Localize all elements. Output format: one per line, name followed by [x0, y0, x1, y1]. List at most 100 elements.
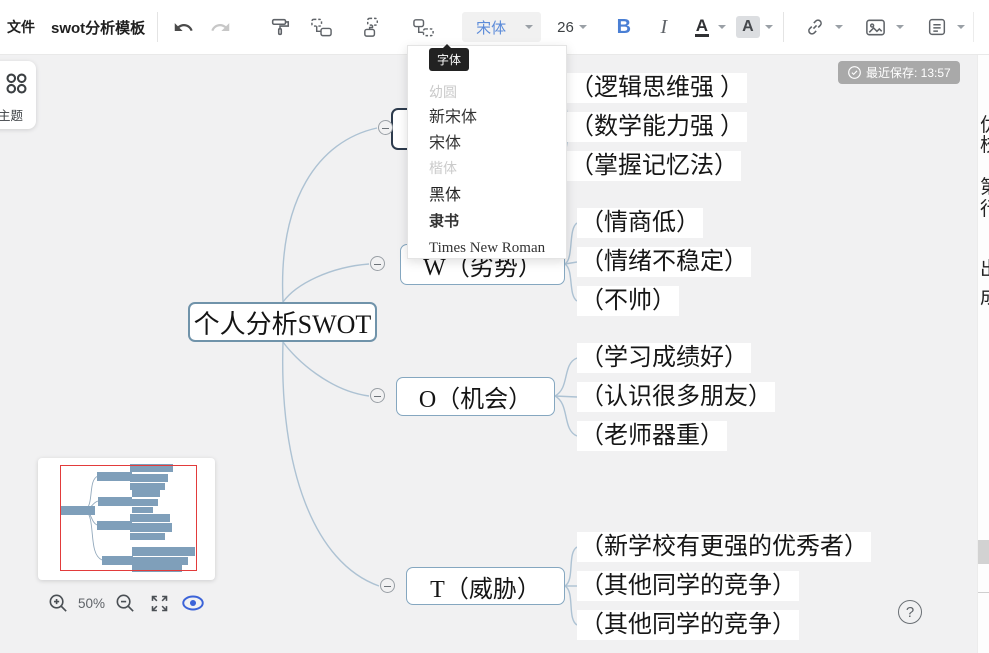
zoom-level: 50%	[78, 596, 105, 611]
insert-image-button[interactable]	[859, 10, 893, 44]
font-size-value: 26	[557, 19, 574, 36]
eye-icon	[180, 590, 206, 616]
font-option[interactable]: 楷体	[408, 157, 566, 183]
clipped-char: 优	[980, 116, 989, 136]
collapse-toggle[interactable]	[380, 578, 395, 593]
italic-label: I	[661, 16, 668, 39]
insert-note-button[interactable]	[920, 10, 954, 44]
collapse-toggle[interactable]	[378, 120, 393, 135]
collapse-toggle[interactable]	[370, 256, 385, 271]
font-family-select[interactable]: 宋体	[462, 12, 541, 42]
zoom-in-button[interactable]	[44, 589, 72, 617]
divider	[157, 12, 158, 42]
insert-child-node-icon	[310, 16, 333, 39]
undo-button[interactable]	[166, 10, 200, 44]
font-option[interactable]: Times New Roman	[408, 235, 566, 261]
right-edge-panel: 优校第行出成	[977, 54, 989, 653]
format-painter-icon	[269, 16, 291, 38]
save-status-badge: 最近保存: 13:57	[838, 61, 960, 84]
link-caret[interactable]	[835, 25, 843, 29]
clipped-char: 出	[980, 260, 989, 280]
document-title[interactable]: swot分析模板	[51, 17, 145, 38]
zoom-out-icon	[114, 592, 137, 615]
font-option[interactable]: 新宋体	[408, 105, 566, 131]
font-option[interactable]: 幼圆	[408, 79, 566, 105]
insert-sibling-node-icon	[412, 16, 435, 39]
clipped-char: 第	[980, 178, 989, 198]
clipped-char: 行	[980, 200, 989, 220]
child-node-label[interactable]: （其他同学的竞争）	[577, 571, 799, 601]
branch-node[interactable]: O（机会）	[396, 377, 555, 416]
highlight-color-label: A	[736, 16, 760, 38]
file-menu[interactable]: 文件	[7, 17, 35, 37]
zoom-out-button[interactable]	[111, 589, 139, 617]
theme-label: 主题	[0, 105, 36, 124]
insert-child-node-button[interactable]	[304, 10, 338, 44]
font-family-value: 宋体	[476, 17, 522, 38]
undo-icon	[173, 17, 194, 38]
child-node-label[interactable]: （其他同学的竞争）	[577, 610, 799, 640]
child-node-label[interactable]: （逻辑思维强 ）	[567, 73, 747, 103]
theme-panel-button[interactable]: 主题	[0, 61, 36, 129]
italic-button[interactable]: I	[647, 10, 681, 44]
theme-grid-icon	[4, 71, 29, 96]
child-node-label[interactable]: （情商低）	[577, 208, 703, 238]
child-node-label[interactable]: （新学校有更强的优秀者）	[577, 532, 871, 562]
strip-scroll-thumb	[978, 540, 989, 564]
format-painter-button[interactable]	[263, 10, 297, 44]
chevron-down-icon	[525, 25, 533, 29]
divider	[973, 12, 974, 42]
fit-screen-icon	[149, 593, 170, 614]
root-node[interactable]: 个人分析SWOT	[188, 302, 377, 342]
child-node-label[interactable]: （掌握记忆法）	[567, 151, 741, 181]
help-label: ?	[906, 604, 914, 621]
font-size-select[interactable]: 26	[551, 12, 593, 42]
image-icon	[864, 16, 887, 39]
check-circle-icon	[847, 65, 862, 80]
font-color-button[interactable]: A	[689, 10, 715, 44]
child-node-label[interactable]: （老师器重）	[577, 421, 727, 451]
minimap-viewport[interactable]	[60, 465, 197, 571]
child-node-label[interactable]: （数学能力强 ）	[567, 112, 747, 142]
child-node-label[interactable]: （情绪不稳定）	[577, 247, 751, 277]
highlight-color-button[interactable]: A	[734, 10, 762, 44]
font-option[interactable]: 黑体	[408, 183, 566, 209]
bold-label: B	[617, 16, 631, 39]
redo-button[interactable]	[203, 10, 237, 44]
zoom-in-icon	[47, 592, 70, 615]
collapse-toggle[interactable]	[370, 388, 385, 403]
help-button[interactable]: ?	[898, 600, 922, 624]
font-option-list: 幼圆新宋体宋体楷体黑体隶书Times New Roman	[408, 79, 566, 261]
strip-divider	[978, 592, 989, 593]
insert-link-button[interactable]	[798, 10, 832, 44]
image-caret[interactable]	[896, 25, 904, 29]
save-status-text: 最近保存: 13:57	[866, 64, 951, 81]
insert-parent-node-icon	[361, 16, 384, 39]
insert-parent-node-button[interactable]	[355, 10, 389, 44]
font-color-caret[interactable]	[718, 25, 726, 29]
redo-icon	[210, 17, 231, 38]
font-option[interactable]: 宋体	[408, 131, 566, 157]
branch-node[interactable]: T（威胁）	[406, 567, 565, 605]
highlight-color-caret[interactable]	[765, 25, 773, 29]
font-tooltip: 字体	[429, 48, 469, 71]
child-node-label[interactable]: （认识很多朋友）	[577, 382, 775, 412]
clipped-char: 成	[980, 288, 989, 308]
divider	[783, 12, 784, 42]
note-icon	[926, 16, 948, 38]
fit-screen-button[interactable]	[145, 589, 173, 617]
note-caret[interactable]	[957, 25, 965, 29]
clipped-char: 校	[980, 136, 989, 156]
minimap[interactable]	[38, 458, 215, 580]
chevron-down-icon	[579, 25, 587, 29]
insert-sibling-node-button[interactable]	[406, 10, 440, 44]
child-node-label[interactable]: （学习成绩好）	[577, 343, 751, 373]
font-color-label: A	[695, 17, 709, 37]
font-dropdown-menu: 幼圆新宋体宋体楷体黑体隶书Times New Roman	[407, 45, 567, 259]
bold-button[interactable]: B	[607, 10, 641, 44]
font-option[interactable]: 隶书	[408, 209, 566, 235]
child-node-label[interactable]: （不帅）	[577, 286, 679, 316]
focus-mode-button[interactable]	[179, 589, 207, 617]
zoom-controls: 50%	[44, 588, 207, 618]
link-icon	[804, 16, 826, 38]
